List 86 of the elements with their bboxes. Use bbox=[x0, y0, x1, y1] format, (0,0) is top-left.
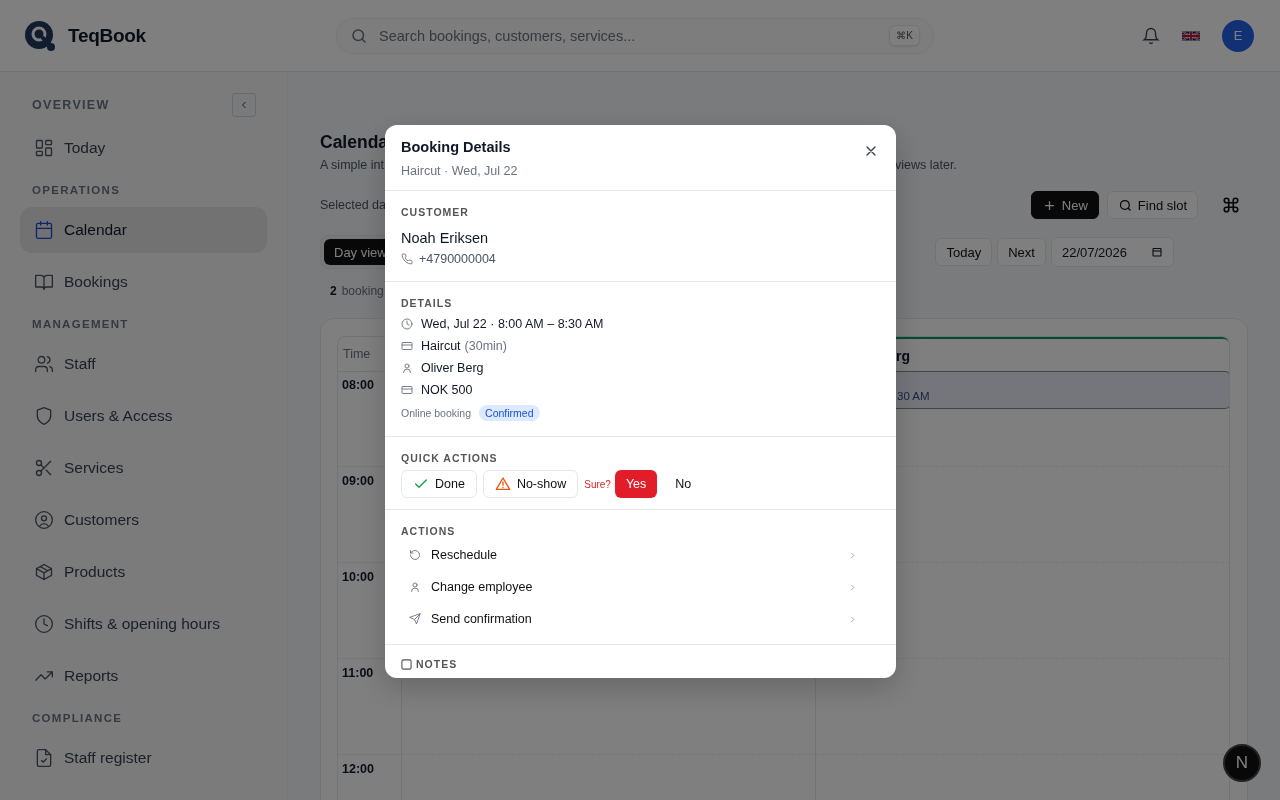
action-item[interactable]: Reschedule bbox=[401, 539, 880, 571]
section-heading: DETAILS bbox=[401, 297, 454, 309]
section-heading: OPERATIONS bbox=[32, 184, 121, 196]
action-item[interactable]: Change employee bbox=[401, 571, 880, 603]
calendar-icon bbox=[34, 220, 54, 240]
logo-icon bbox=[24, 19, 56, 52]
customer-name: Noah Eriksen bbox=[401, 230, 490, 246]
send-icon bbox=[409, 613, 421, 625]
section-heading: CUSTOMER bbox=[401, 206, 470, 218]
flag-icon[interactable] bbox=[1182, 29, 1200, 42]
column-header: Time bbox=[343, 347, 371, 361]
hour-label: 11:00 bbox=[342, 666, 374, 680]
section-heading: NOTES bbox=[416, 658, 458, 670]
booking-count-label: booking bbox=[341, 284, 384, 298]
rotate-icon bbox=[409, 549, 421, 561]
column-header: rg bbox=[896, 348, 910, 364]
action-item[interactable]: Send confirmation bbox=[401, 603, 880, 635]
book-icon bbox=[34, 272, 54, 292]
new-button[interactable]: New bbox=[1030, 191, 1099, 219]
notes-icon bbox=[401, 658, 412, 670]
search-icon bbox=[1117, 197, 1133, 213]
dialog-title: Booking Details bbox=[401, 139, 512, 155]
user-circle-icon bbox=[34, 510, 54, 530]
sidebar-item[interactable]: Bookings bbox=[20, 259, 267, 305]
clock-icon bbox=[401, 318, 413, 330]
page-description: views later. bbox=[895, 158, 957, 172]
sidebar-item[interactable]: Services bbox=[20, 445, 267, 491]
today-button[interactable]: Today bbox=[935, 238, 993, 266]
detail-text: Wed, Jul 22 · 8:00 AM – 8:30 AM bbox=[421, 317, 604, 331]
sidebar-item[interactable]: Products bbox=[20, 549, 267, 595]
booking-count: 2 bbox=[330, 284, 337, 298]
booking-source: Online booking bbox=[401, 407, 472, 419]
status-badge: Confirmed bbox=[479, 405, 540, 421]
date-field[interactable]: 22/07/2026 bbox=[1050, 237, 1174, 267]
hour-label: 10:00 bbox=[342, 570, 374, 584]
sidebar-item[interactable]: Reports bbox=[20, 653, 267, 699]
sidebar-item[interactable]: Users & Access bbox=[20, 393, 267, 439]
notification-bell-icon[interactable] bbox=[1142, 26, 1160, 45]
person-icon bbox=[409, 581, 421, 593]
customer-phone: +4790000004 bbox=[419, 252, 496, 266]
document-check-icon bbox=[34, 748, 54, 768]
calendar-icon bbox=[1151, 246, 1163, 258]
clock-icon bbox=[34, 614, 54, 634]
grid-icon bbox=[34, 138, 54, 158]
section-heading: OVERVIEW bbox=[32, 98, 110, 112]
hour-label: 12:00 bbox=[342, 762, 374, 776]
command-icon[interactable] bbox=[1222, 196, 1240, 214]
section-heading: COMPLIANCE bbox=[32, 712, 123, 724]
section-heading: ACTIONS bbox=[401, 525, 457, 537]
no-button[interactable]: No bbox=[663, 470, 704, 498]
sidebar-item[interactable]: Calendar bbox=[20, 207, 267, 253]
section-heading: QUICK ACTIONS bbox=[401, 452, 499, 464]
person-icon bbox=[401, 362, 413, 374]
section-heading: MANAGEMENT bbox=[32, 318, 129, 330]
detail-text: Oliver Berg bbox=[421, 361, 484, 375]
hour-label: 09:00 bbox=[342, 474, 374, 488]
sidebar-item[interactable]: Staff register bbox=[20, 735, 267, 781]
confirm-prompt: Sure? bbox=[584, 478, 611, 490]
app-name: TeqBook bbox=[68, 24, 146, 47]
done-button[interactable]: Done bbox=[401, 470, 477, 498]
shield-icon bbox=[34, 406, 54, 426]
no-show-button[interactable]: No-show bbox=[482, 470, 579, 498]
search-icon bbox=[350, 26, 368, 45]
phone-icon bbox=[401, 253, 413, 265]
detail-text: Haircut bbox=[421, 339, 461, 353]
selected-date-label: Selected da bbox=[320, 198, 387, 212]
hour-label: 08:00 bbox=[342, 378, 374, 392]
sidebar-item[interactable]: Today bbox=[20, 125, 267, 171]
page-title: Calenda bbox=[320, 131, 389, 154]
user-avatar[interactable]: E bbox=[1222, 19, 1254, 52]
card-icon bbox=[401, 384, 413, 396]
yes-button[interactable]: Yes bbox=[614, 470, 658, 498]
find-slot-button[interactable]: Find slot bbox=[1106, 191, 1198, 219]
box-icon bbox=[34, 562, 54, 582]
people-icon bbox=[34, 354, 54, 374]
scissors-icon bbox=[34, 458, 54, 478]
card-icon bbox=[401, 340, 413, 352]
sidebar-item[interactable]: Customers bbox=[20, 497, 267, 543]
sidebar-item[interactable]: Shifts & opening hours bbox=[20, 601, 267, 647]
detail-note: (30min) bbox=[464, 339, 507, 353]
detail-text: NOK 500 bbox=[421, 383, 473, 397]
dialog-subtitle: Haircut · Wed, Jul 22 bbox=[401, 164, 518, 178]
page-description: A simple int bbox=[320, 158, 382, 172]
next-button[interactable]: Next bbox=[997, 238, 1046, 266]
sidebar-item[interactable]: Staff bbox=[20, 341, 267, 387]
warning-icon bbox=[494, 476, 511, 492]
